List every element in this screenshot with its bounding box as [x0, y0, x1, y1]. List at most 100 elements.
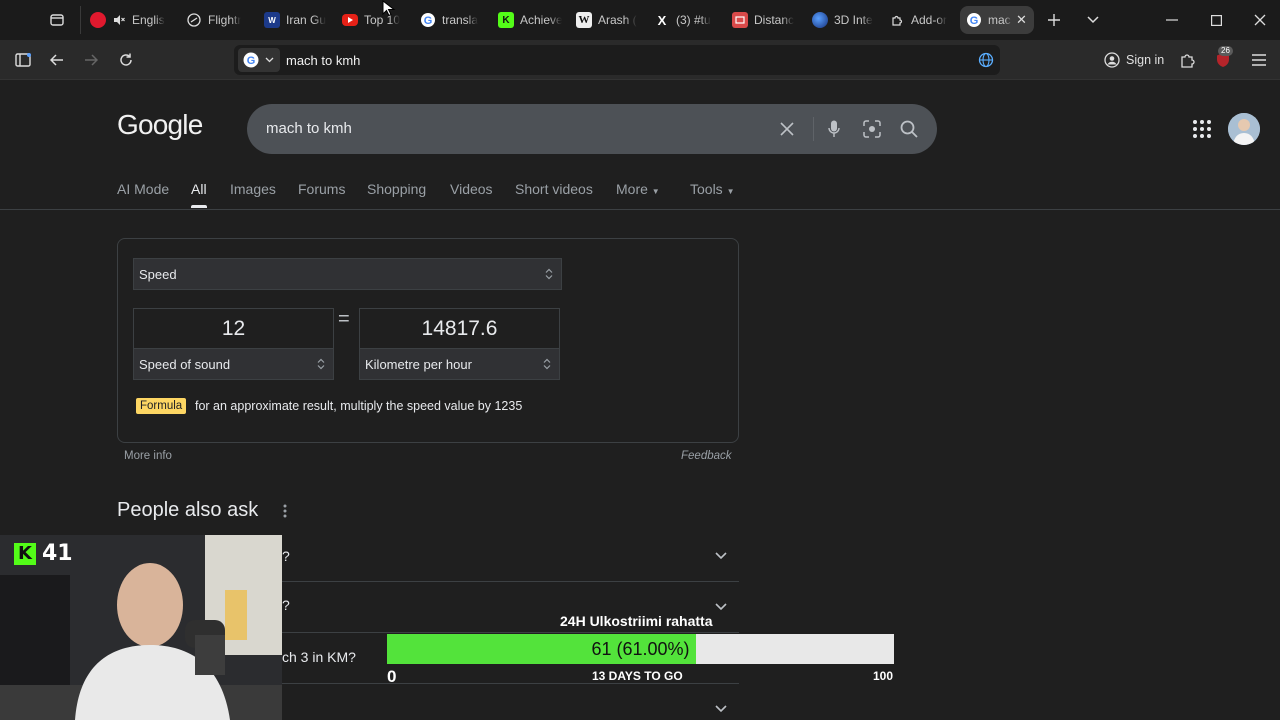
equals-sign: =	[338, 308, 350, 330]
maximize-button[interactable]	[1204, 8, 1228, 32]
globe-icon[interactable]	[978, 52, 994, 68]
close-window-button[interactable]	[1248, 8, 1272, 32]
google-icon: G	[243, 52, 259, 68]
tab-0[interactable]: Englis	[90, 6, 170, 34]
tab-more[interactable]: More ▼	[616, 181, 660, 197]
chevron-down-icon[interactable]	[712, 597, 730, 615]
muted-speaker-icon[interactable]	[112, 12, 126, 28]
sign-in-button[interactable]: Sign in	[1096, 46, 1172, 74]
category-value: Speed	[139, 266, 177, 282]
goal-days-left: 13 DAYS TO GO	[592, 669, 683, 683]
tab-6[interactable]: W Arash (	[576, 6, 640, 34]
kick-icon: K	[498, 12, 514, 28]
feedback-link[interactable]: Feedback	[681, 450, 732, 462]
tab-label: Arash (	[598, 13, 637, 27]
sidebar-toggle-icon[interactable]	[11, 48, 35, 72]
tab-5[interactable]: K Achieve	[498, 6, 562, 34]
map-icon	[732, 12, 748, 28]
caret-down-icon: ▼	[651, 187, 660, 196]
mouse-cursor-icon	[382, 0, 396, 16]
reload-button[interactable]	[114, 48, 138, 72]
avatar[interactable]	[1228, 113, 1260, 145]
tab-images[interactable]: Images	[230, 181, 276, 197]
tab-shopping[interactable]: Shopping	[367, 181, 426, 197]
caret-down-icon: ▼	[726, 187, 735, 196]
globe-icon	[812, 12, 828, 28]
tools-label: Tools	[690, 181, 723, 197]
people-also-ask-title: People also ask	[117, 499, 259, 521]
new-tab-button[interactable]	[1042, 8, 1066, 32]
tab-forums[interactable]: Forums	[298, 181, 345, 197]
tab-9[interactable]: 3D Inte	[812, 6, 876, 34]
more-options-icon[interactable]	[282, 503, 288, 519]
tab-7[interactable]: X (3) #tu	[654, 6, 718, 34]
google-apps-icon[interactable]	[1191, 118, 1213, 140]
plane-icon	[186, 12, 202, 28]
category-select[interactable]: Speed	[133, 258, 562, 290]
browser-toolbar: G mach to kmh Sign in 26	[0, 40, 1280, 80]
tab-short-videos[interactable]: Short videos	[515, 181, 593, 197]
tab-strip: Englis Flightr W Iran Gu Top 10 G transl…	[0, 0, 1280, 40]
search-engine-selector[interactable]: G	[238, 48, 280, 72]
forward-button[interactable]	[79, 48, 103, 72]
kick-count: 41	[42, 541, 73, 566]
to-unit-select[interactable]: Kilometre per hour	[359, 348, 560, 380]
chevron-down-icon[interactable]	[712, 546, 730, 564]
from-value-input[interactable]: 12	[133, 308, 334, 348]
tab-overview-icon[interactable]	[44, 8, 70, 32]
from-unit-select[interactable]: Speed of sound	[133, 348, 334, 380]
back-button[interactable]	[45, 48, 69, 72]
svg-text:G: G	[970, 15, 979, 27]
tab-label: mac	[988, 13, 1011, 27]
tab-4[interactable]: G transla	[420, 6, 484, 34]
tab-more-label: More	[616, 181, 648, 197]
puzzle-icon	[889, 12, 905, 28]
tab-label: Achieve	[520, 13, 562, 27]
search-box[interactable]: mach to kmh	[247, 104, 937, 154]
minimize-button[interactable]	[1160, 8, 1184, 32]
tab-videos[interactable]: Videos	[450, 181, 493, 197]
google-logo[interactable]: Google	[117, 109, 203, 141]
paa-question-text: ?	[282, 548, 290, 564]
extensions-icon[interactable]	[1175, 48, 1199, 72]
menu-icon[interactable]	[1247, 48, 1271, 72]
search-icon[interactable]	[897, 117, 921, 141]
tab-8[interactable]: Distanc	[732, 6, 796, 34]
wikipedia-icon: W	[576, 12, 592, 28]
tab-label: 3D Inte	[834, 13, 873, 27]
to-value-input[interactable]: 14817.6	[359, 308, 560, 348]
tab-label: transla	[442, 13, 479, 27]
tab-10[interactable]: Add-or	[889, 6, 949, 34]
lens-icon[interactable]	[860, 117, 884, 141]
address-text[interactable]: mach to kmh	[286, 53, 360, 68]
kick-follower-counter: K 41	[14, 541, 73, 566]
sign-in-label: Sign in	[1126, 53, 1165, 67]
from-unit-value: Speed of sound	[139, 356, 231, 372]
paa-question-text: ?	[282, 597, 290, 613]
tab-close-icon[interactable]: ✕	[1016, 12, 1027, 28]
tab-1[interactable]: Flightr	[186, 6, 250, 34]
tab-all[interactable]: All	[191, 181, 207, 208]
tab-label: Englis	[132, 13, 165, 27]
tab-2[interactable]: W Iran Gu	[264, 6, 328, 34]
chevron-down-icon[interactable]	[712, 699, 730, 717]
tab-label: Flightr	[208, 13, 242, 27]
clear-search-icon[interactable]	[775, 117, 799, 141]
tab-11-active[interactable]: G mac ✕	[960, 6, 1034, 34]
formula-tag: Formula	[136, 398, 187, 414]
microphone-icon[interactable]	[822, 117, 846, 141]
tab-ai-mode[interactable]: AI Mode	[117, 181, 169, 197]
select-arrows-icon	[317, 358, 325, 370]
header-divider	[0, 209, 1280, 210]
flag-icon: W	[264, 12, 280, 28]
vivaldi-icon	[90, 12, 106, 28]
tab-list-chevron-icon[interactable]	[1081, 8, 1105, 32]
search-divider	[813, 117, 814, 141]
search-input[interactable]: mach to kmh	[266, 120, 352, 137]
svg-text:G: G	[247, 55, 256, 67]
address-bar[interactable]: G mach to kmh	[234, 45, 1000, 75]
formula-text: for an approximate result, multiply the …	[195, 399, 523, 413]
google-icon: G	[966, 12, 982, 28]
more-info-link[interactable]: More info	[124, 450, 172, 462]
tools-button[interactable]: Tools ▼	[690, 181, 735, 197]
